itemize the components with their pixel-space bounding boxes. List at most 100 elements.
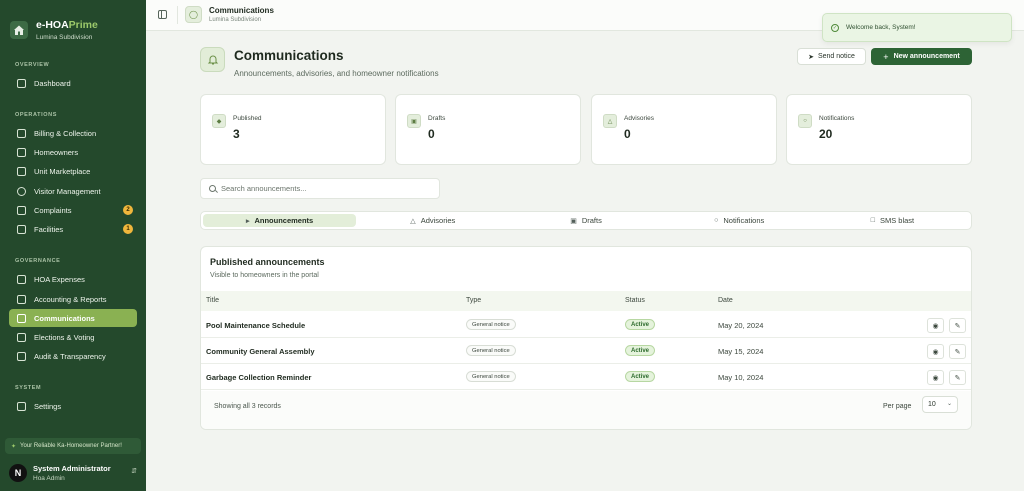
sidebar-item-complaints[interactable]: Complaints 2: [9, 201, 137, 219]
sidebar: e-HOAPrime Lumina Subdivision OVERVIEW D…: [0, 0, 146, 491]
search-box: [200, 178, 440, 199]
toast-message: Welcome back, System!: [846, 24, 916, 31]
home-icon: [17, 147, 26, 157]
announcements-card: Published announcements Visible to homeo…: [200, 246, 972, 430]
sidebar-item-visitor-management[interactable]: Visitor Management: [9, 182, 137, 200]
per-page-select[interactable]: 10 ⌄: [922, 396, 958, 413]
sidebar-item-label: Complaints: [34, 205, 72, 215]
sidebar-item-homeowners[interactable]: Homeowners: [9, 143, 137, 161]
sidebar-item-billing[interactable]: Billing & Collection: [9, 124, 137, 142]
tab-label: Announcements: [254, 216, 314, 225]
tab-label: Notifications: [723, 216, 765, 225]
sidebar-item-audit[interactable]: Audit & Transparency: [9, 347, 137, 365]
megaphone-icon: ▸: [245, 217, 250, 225]
sidebar-item-elections[interactable]: Elections & Voting: [9, 328, 137, 346]
search-icon: [209, 185, 216, 192]
eye-icon: ◉: [932, 374, 939, 382]
sidebar-item-label: Homeowners: [34, 147, 79, 157]
stat-label: Advisories: [624, 115, 654, 122]
status-badge: Active: [625, 319, 656, 330]
table-row[interactable]: Garbage Collection Reminder General noti…: [201, 364, 971, 390]
sidebar-item-label: Dashboard: [34, 78, 71, 88]
brand-name: e-HOAPrime: [36, 19, 98, 31]
sidebar-item-label: Billing & Collection: [34, 128, 97, 138]
sidebar-item-label: Elections & Voting: [34, 332, 95, 342]
tab-label: Drafts: [581, 216, 602, 225]
megaphone-icon: ◯: [185, 6, 202, 23]
alert-icon: △: [603, 114, 617, 128]
brand[interactable]: e-HOAPrime Lumina Subdivision: [0, 0, 146, 48]
sidebar-item-unit-marketplace[interactable]: Unit Marketplace: [9, 162, 137, 180]
gear-icon: [17, 401, 26, 411]
sidebar-toggle-icon[interactable]: [158, 10, 167, 19]
stat-value: 20: [819, 127, 833, 141]
tab-label: Advisories: [420, 216, 456, 225]
search-input[interactable]: [221, 184, 421, 193]
card-title: Published announcements: [210, 257, 325, 267]
stat-label: Drafts: [428, 115, 446, 122]
sidebar-item-dashboard[interactable]: Dashboard: [9, 74, 137, 92]
welcome-toast[interactable]: ✓ Welcome back, System!: [822, 13, 1012, 42]
per-page-label: Per page: [883, 403, 912, 410]
stat-card-notifications: ○ Notifications 20: [786, 94, 972, 165]
record-count: Showing all 3 records: [214, 403, 281, 410]
building-icon: [17, 224, 26, 234]
stat-card-drafts: ▣ Drafts 0: [395, 94, 581, 165]
tab-announcements[interactable]: ▸ Announcements: [203, 214, 357, 227]
tab-advisories[interactable]: △ Advisories: [356, 214, 509, 227]
column-header-status[interactable]: Status: [625, 297, 645, 304]
stat-card-published: ◆ Published 3: [200, 94, 386, 165]
sidebar-item-hoa-expenses[interactable]: HOA Expenses: [9, 270, 137, 288]
edit-button[interactable]: ✎: [949, 370, 966, 385]
sidebar-item-label: Audit & Transparency: [34, 351, 106, 361]
topbar-title: Communications: [209, 6, 274, 15]
type-badge: General notice: [466, 371, 516, 382]
sidebar-item-label: Facilities: [34, 224, 64, 234]
sidebar-item-accounting[interactable]: Accounting & Reports: [9, 290, 137, 308]
message-icon: □: [870, 217, 875, 224]
row-title: Community General Assembly: [206, 347, 315, 356]
page-title: Communications: [234, 48, 344, 63]
vote-icon: [17, 332, 26, 342]
row-date: May 10, 2024: [718, 373, 764, 382]
bell-icon: ○: [714, 217, 719, 224]
stat-value: 0: [624, 127, 631, 141]
tab-notifications[interactable]: ○ Notifications: [663, 214, 816, 227]
file-icon: ▣: [407, 114, 421, 128]
complaints-badge: 2: [123, 205, 133, 215]
user-menu[interactable]: N System Administrator Hoa Admin ⇵: [9, 461, 139, 485]
sidebar-item-communications[interactable]: Communications: [9, 309, 137, 327]
tab-drafts[interactable]: ▣ Drafts: [509, 214, 662, 227]
type-badge: General notice: [466, 345, 516, 356]
status-badge: Active: [625, 371, 656, 382]
section-label-system: SYSTEM: [15, 385, 42, 391]
table-row[interactable]: Pool Maintenance Schedule General notice…: [201, 312, 971, 338]
brand-subdivision: Lumina Subdivision: [36, 34, 93, 41]
pencil-icon: ✎: [954, 348, 961, 356]
pencil-icon: ✎: [954, 322, 961, 330]
stat-label: Published: [233, 115, 262, 122]
column-header-title[interactable]: Title: [206, 297, 219, 304]
stat-card-advisories: △ Advisories 0: [591, 94, 777, 165]
sidebar-item-settings[interactable]: Settings: [9, 397, 137, 415]
column-header-date[interactable]: Date: [718, 297, 733, 304]
status-badge: Active: [625, 345, 656, 356]
tab-sms-blast[interactable]: □ SMS blast: [816, 214, 969, 227]
column-header-type[interactable]: Type: [466, 297, 481, 304]
new-announcement-button[interactable]: + New announcement: [871, 48, 972, 65]
edit-button[interactable]: ✎: [949, 344, 966, 359]
row-title: Pool Maintenance Schedule: [206, 321, 306, 330]
view-button[interactable]: ◉: [927, 344, 944, 359]
sidebar-item-facilities[interactable]: Facilities 1: [9, 220, 137, 238]
table-row[interactable]: Community General Assembly General notic…: [201, 338, 971, 364]
leaf-icon: ✦: [11, 443, 17, 450]
view-button[interactable]: ◉: [927, 318, 944, 333]
send-notice-button[interactable]: ➤ Send notice: [797, 48, 866, 65]
edit-button[interactable]: ✎: [949, 318, 966, 333]
view-button[interactable]: ◉: [927, 370, 944, 385]
house-logo-icon: [10, 21, 28, 39]
shield-icon: [17, 186, 26, 196]
page-subtitle: Announcements, advisories, and homeowner…: [234, 69, 439, 78]
stat-label: Notifications: [819, 115, 855, 122]
partner-banner: ✦ Your Reliable Ka-Homeowner Partner!: [5, 438, 141, 454]
